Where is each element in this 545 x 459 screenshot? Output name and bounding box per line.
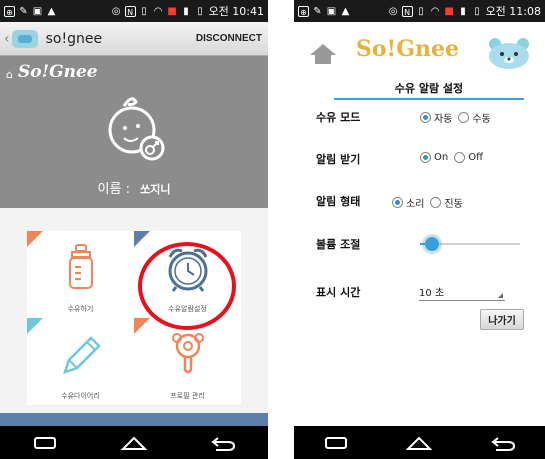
data-alert-icon: ■ — [444, 5, 454, 17]
nfc-icon: N — [401, 5, 413, 17]
menu-area: 수유하기 수유알람설정 수유다이어리 프로필 관리 — [0, 208, 268, 413]
brand-logo: So!Gnee — [18, 62, 98, 82]
vibrate-icon: ▯ — [141, 5, 147, 17]
back-chevron-icon[interactable]: ‹ — [4, 31, 10, 47]
rattle-icon — [134, 330, 241, 378]
wifi-icon: ◠ — [430, 5, 440, 17]
mode-manual-radio[interactable] — [458, 112, 470, 123]
mode-auto-label: 자동 — [434, 114, 453, 125]
home-nav-icon[interactable] — [114, 431, 154, 455]
right-phone-screen: ⊕ ✎ ▣ ▲ ◎ N ▯ ◠ ■ ▮ ▯ 오전 11:08 So!Gnee 수… — [294, 0, 545, 459]
type-sound-radio[interactable] — [392, 197, 403, 208]
disconnect-button[interactable]: DISCONNECT — [196, 33, 262, 44]
battery-icon: ▯ — [474, 5, 480, 17]
mode-label: 수유 모드 — [316, 111, 361, 124]
nav-bar — [0, 426, 268, 459]
wrench-icon: ✎ — [313, 5, 322, 17]
status-icons-right: ◎ N ▯ ◠ ■ ▮ ▯ 오전 10:41 — [111, 3, 264, 19]
settings-header: So!Gnee — [294, 22, 545, 80]
lock-icon: ▣ — [326, 5, 337, 17]
bottom-strip — [0, 413, 268, 426]
bear-mascot-icon — [489, 38, 529, 69]
name-label: 이름 : — [97, 182, 130, 197]
app-notification-icon: ⊕ — [298, 5, 309, 17]
status-icons-left: ⊕ ✎ ▣ ▲ — [298, 5, 351, 17]
type-label: 알림 형태 — [316, 195, 361, 208]
warning-icon: ▲ — [47, 5, 56, 17]
bottle-icon — [27, 243, 134, 291]
highlight-circle — [138, 242, 236, 330]
receive-on-radio[interactable] — [420, 152, 431, 163]
signal-icon: ▮ — [460, 5, 466, 17]
menu-label-diary: 수유다이어리 — [61, 392, 100, 400]
brand-logo: So!Gnee — [356, 36, 459, 62]
type-vibrate-radio[interactable] — [430, 197, 442, 208]
status-icons-left: ⊕ ✎ ▣ ▲ — [4, 5, 57, 17]
menu-label-feeding: 수유하기 — [67, 305, 94, 313]
exit-button[interactable]: 나가기 — [480, 309, 524, 330]
display-time-select[interactable]: 10 초 — [419, 284, 505, 301]
status-clock: 오전 11:08 — [485, 5, 541, 18]
battery-icon: ▯ — [197, 5, 203, 17]
display-time-value: 10 초 — [419, 288, 445, 299]
home-icon[interactable] — [308, 42, 338, 66]
receive-off-radio[interactable] — [454, 152, 466, 163]
back-nav-icon[interactable] — [483, 431, 523, 455]
signal-icon: ▮ — [183, 5, 189, 17]
status-bar: ⊕ ✎ ▣ ▲ ◎ N ▯ ◠ ■ ▮ ▯ 오전 10:41 — [0, 0, 268, 22]
back-nav-icon[interactable] — [203, 431, 243, 455]
type-sound-label: 소리 — [406, 199, 425, 210]
volume-label: 볼륨 조절 — [316, 238, 361, 251]
receive-radio-group: On Off — [420, 152, 486, 163]
pencil-icon — [27, 330, 134, 378]
home-icon[interactable]: ⌂ — [6, 68, 13, 81]
recent-apps-icon[interactable] — [316, 431, 356, 455]
bluetooth-icon: ◎ — [388, 5, 398, 17]
page-title: 수유 알람 설정 — [334, 80, 524, 100]
home-nav-icon[interactable] — [399, 431, 439, 455]
bluetooth-icon: ◎ — [111, 5, 121, 17]
profile-name-row: 이름 : 쏘지니 — [0, 178, 268, 197]
menu-tile-diary[interactable]: 수유다이어리 — [27, 318, 134, 405]
app-logo-icon[interactable] — [11, 29, 38, 48]
status-icons-right: ◎ N ▯ ◠ ■ ▮ ▯ 오전 11:08 — [388, 3, 541, 19]
data-alert-icon: ■ — [167, 5, 177, 17]
menu-label-profile: 프로필 관리 — [170, 392, 205, 400]
volume-slider-thumb[interactable] — [425, 237, 439, 251]
status-bar: ⊕ ✎ ▣ ▲ ◎ N ▯ ◠ ■ ▮ ▯ 오전 11:08 — [294, 0, 545, 22]
wifi-icon: ◠ — [153, 5, 163, 17]
nfc-icon: N — [124, 5, 136, 17]
wrench-icon: ✎ — [19, 5, 28, 17]
display-time-label: 표시 시간 — [316, 286, 361, 299]
receive-label: 알림 받기 — [316, 153, 361, 166]
recent-apps-icon[interactable] — [25, 431, 65, 455]
menu-tile-feeding[interactable]: 수유하기 — [27, 231, 134, 318]
left-phone-screen: ⊕ ✎ ▣ ▲ ◎ N ▯ ◠ ■ ▮ ▯ 오전 10:41 ‹ so!gnee… — [0, 0, 268, 459]
dropdown-triangle-icon — [498, 293, 503, 298]
type-radio-group: 소리 진동 — [392, 195, 466, 210]
receive-off-label: Off — [468, 152, 483, 163]
warning-icon: ▲ — [341, 5, 350, 17]
mode-radio-group: 자동 수동 — [420, 110, 494, 125]
status-clock: 오전 10:41 — [208, 5, 264, 18]
vibrate-icon: ▯ — [418, 5, 424, 17]
app-notification-icon: ⊕ — [4, 5, 15, 17]
receive-on-label: On — [434, 152, 449, 163]
name-value: 쏘지니 — [140, 183, 171, 196]
nav-bar — [294, 426, 545, 459]
mode-auto-radio[interactable] — [420, 112, 431, 123]
baby-face-icon — [108, 97, 165, 161]
action-bar: ‹ so!gnee DISCONNECT — [0, 22, 268, 56]
profile-area: ⌂ So!Gnee 이름 : 쏘지니 — [0, 56, 268, 208]
lock-icon: ▣ — [32, 5, 43, 17]
app-title: so!gnee — [45, 30, 103, 47]
type-vibrate-label: 진동 — [444, 199, 463, 210]
mode-manual-label: 수동 — [472, 114, 491, 125]
menu-tile-profile[interactable]: 프로필 관리 — [134, 318, 241, 405]
